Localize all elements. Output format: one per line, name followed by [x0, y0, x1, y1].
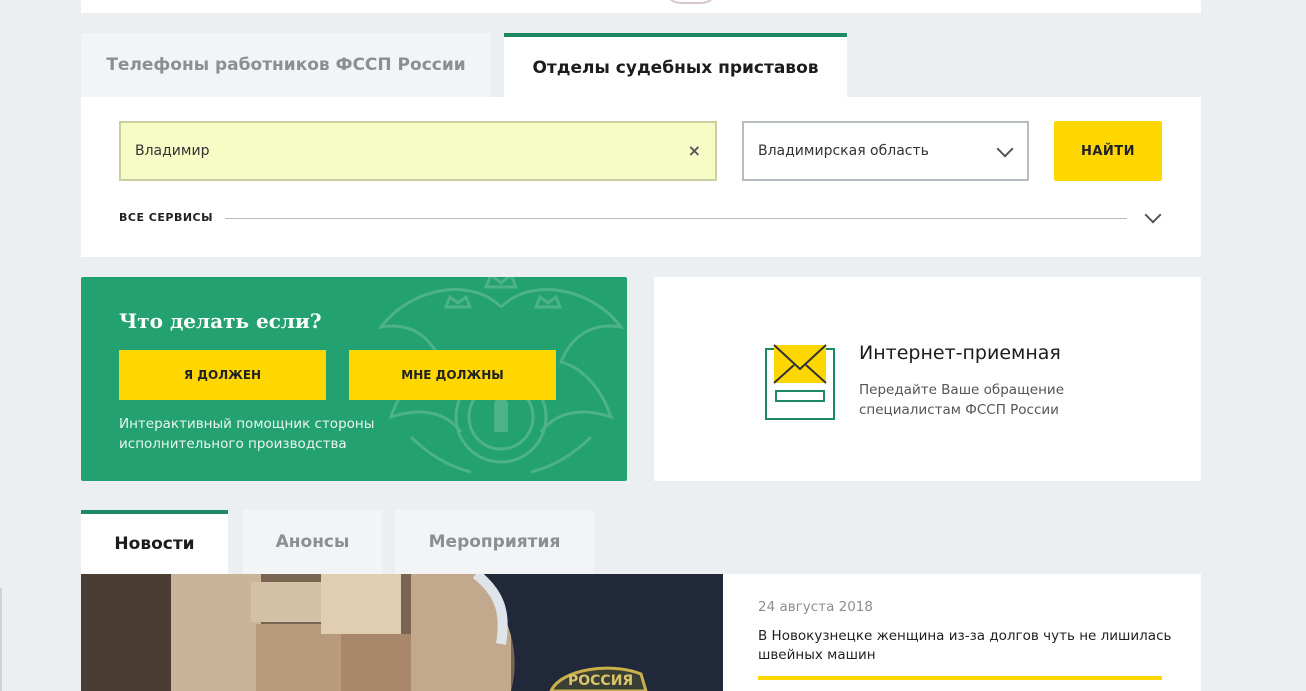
internet-reception-card[interactable]: Интернет-приемная Передайте Ваше обращен… — [654, 277, 1201, 481]
tab-announcements[interactable]: Анонсы — [243, 510, 382, 574]
news-photo-image: РОССИЯ — [81, 574, 723, 691]
news-date: 24 августа 2018 — [758, 599, 873, 615]
site-logo-edge — [663, 0, 719, 4]
helper-title: Что делать если? — [119, 309, 322, 333]
divider — [225, 218, 1127, 219]
tab-events[interactable]: Мероприятия — [395, 510, 594, 574]
region-select-value: Владимирская область — [758, 143, 929, 159]
news-progress-bar — [758, 676, 1162, 680]
header-bottom-strip — [81, 0, 1201, 13]
i-owe-button[interactable]: Я ДОЛЖЕН — [119, 350, 326, 400]
find-button[interactable]: НАЙТИ — [1054, 121, 1162, 181]
tab-news[interactable]: Новости — [81, 510, 228, 574]
helper-description: Интерактивный помощник стороны исполните… — [119, 416, 375, 452]
debt-helper-card: Что делать если? Я ДОЛЖЕН МНЕ ДОЛЖНЫ Инт… — [81, 277, 627, 481]
all-services-toggle[interactable]: ВСЕ СЕРВИСЫ — [119, 211, 213, 224]
chevron-down-icon — [996, 140, 1014, 158]
reception-description: Передайте Ваше обращение специалистам ФС… — [859, 382, 1065, 418]
tab-bailiff-departments[interactable]: Отделы судебных приставов — [504, 33, 847, 98]
news-headline-link[interactable]: В Новокузнецке женщина из-за долгов чуть… — [758, 627, 1178, 665]
region-select[interactable]: Владимирская область — [742, 121, 1029, 181]
chevron-down-icon[interactable] — [1144, 206, 1162, 224]
page-edge-divider — [0, 588, 2, 691]
city-search-input[interactable]: Владимир × — [119, 121, 717, 181]
owed-to-me-button[interactable]: МНЕ ДОЛЖНЫ — [349, 350, 556, 400]
search-panel: Владимир × Владимирская область НАЙТИ ВС… — [81, 97, 1201, 257]
tab-employee-phones[interactable]: Телефоны работников ФССП России — [81, 33, 491, 97]
clear-icon[interactable]: × — [688, 141, 701, 160]
envelope-icon — [765, 344, 835, 420]
news-item[interactable]: 24 августа 2018 В Новокузнецке женщина и… — [723, 574, 1201, 691]
reception-title: Интернет-приемная — [859, 342, 1061, 364]
news-photo[interactable]: РОССИЯ — [81, 574, 723, 691]
city-input-value: Владимир — [135, 143, 210, 159]
patch-text: РОССИЯ — [568, 673, 633, 689]
